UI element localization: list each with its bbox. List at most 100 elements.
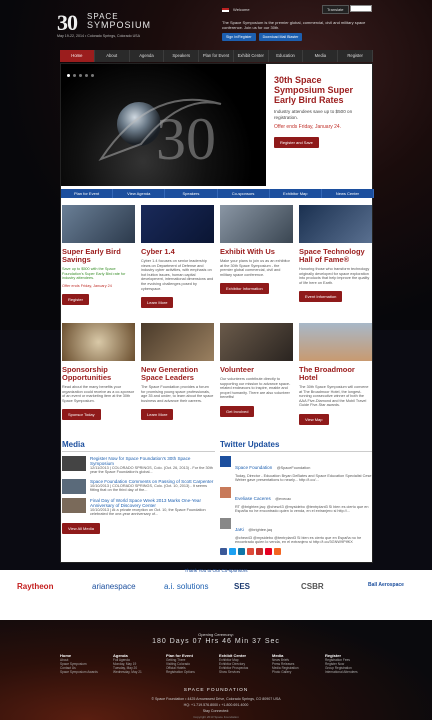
feature-photo[interactable] — [299, 205, 372, 243]
quick-link-exhibitor-map[interactable]: Exhibitor Map — [270, 189, 322, 198]
footer-link[interactable]: Photo Gallery — [272, 670, 320, 674]
tweet: JaKi @brightee.jaq @chew43 @mysidebo @te… — [220, 517, 372, 545]
nav-education[interactable]: Education — [269, 50, 304, 62]
twitter-icon[interactable] — [229, 548, 236, 556]
youtube-icon[interactable] — [256, 548, 263, 556]
tweet-author[interactable]: Space Foundation — [235, 465, 272, 470]
card-event-info-button[interactable]: Event Information — [299, 291, 343, 303]
avatar[interactable] — [220, 486, 231, 498]
quick-link-plan-event[interactable]: Plan for Event — [61, 189, 114, 198]
feature-card: Sponsorship Opportunities Read about the… — [62, 323, 135, 426]
card-text: Cyber 1.4 focuses on senior leadership v… — [141, 259, 214, 291]
sponsor-ses[interactable]: SES — [234, 582, 250, 591]
translate-select[interactable]: Translate — [322, 5, 349, 14]
quick-link-speakers[interactable]: Speakers — [165, 189, 218, 198]
card-title[interactable]: New Generation Space Leaders — [141, 366, 214, 382]
card-title[interactable]: Super Early Bird Savings — [62, 248, 135, 264]
pinterest-icon[interactable] — [265, 548, 272, 556]
nav-agenda[interactable]: Agenda — [130, 50, 165, 62]
quick-link-view-agenda[interactable]: View Agenda — [113, 189, 166, 198]
card-title[interactable]: Exhibit With Us — [220, 248, 293, 256]
card-learn-more-button[interactable]: Learn More — [141, 409, 174, 421]
tweet-author[interactable]: Eveliase Caceres — [235, 496, 271, 501]
newsletter-button[interactable]: Download Mail Blaster — [258, 33, 303, 41]
nav-register[interactable]: Register — [338, 50, 374, 62]
card-text: Our volunteers contribute directly to su… — [220, 377, 291, 400]
signin-button[interactable]: Sign In/Register — [222, 33, 256, 41]
footer-link[interactable]: Show Services — [219, 670, 267, 674]
nav-speakers[interactable]: Speakers — [164, 50, 200, 62]
feature-photo[interactable] — [299, 323, 372, 361]
sponsor-ai-solutions[interactable]: a.i. solutions — [164, 582, 208, 591]
feature-photo[interactable] — [220, 323, 293, 361]
media-title[interactable]: Register Now for Space Foundation's 30th… — [90, 456, 215, 466]
footer-brand[interactable]: SPACE FOUNDATION — [0, 688, 432, 693]
card-title[interactable]: The Broadmoor Hotel — [299, 366, 372, 382]
sponsor-arianespace[interactable]: arianespace — [92, 582, 136, 591]
media-thumbnail[interactable] — [62, 456, 86, 471]
avatar[interactable] — [220, 517, 231, 529]
media-heading: Media — [62, 440, 215, 452]
feature-photo[interactable] — [141, 205, 214, 243]
card-register-button[interactable]: Register — [62, 294, 89, 306]
hero-slideshow[interactable]: 30 — [61, 64, 266, 186]
feature-row-1: Super Early Bird Savings Save up to $500… — [61, 205, 374, 309]
facebook-icon[interactable] — [220, 548, 227, 556]
footer-link[interactable]: International Attendees — [325, 670, 373, 674]
nav-media[interactable]: Media — [303, 50, 339, 62]
rss-icon[interactable] — [274, 548, 281, 556]
tweet-handle: @SpaceFoundation — [276, 466, 311, 470]
media-thumbnail[interactable] — [62, 497, 86, 513]
sponsor-csbr[interactable]: CSBR — [301, 582, 324, 591]
card-title[interactable]: Cyber 1.4 — [141, 248, 214, 256]
sponsor-ball-aerospace[interactable]: Ball Aerospace — [368, 582, 404, 588]
google-plus-icon[interactable] — [247, 548, 254, 556]
feature-photo[interactable] — [62, 323, 135, 361]
media-thumbnail[interactable] — [62, 478, 86, 494]
register-save-button[interactable]: Register and Save — [274, 136, 319, 148]
card-view-map-button[interactable]: View Map — [299, 413, 329, 425]
media-excerpt: 10/10/2013 | At a private reception on O… — [90, 507, 206, 517]
logo-line-2: SYMPOSIUM — [87, 20, 152, 30]
card-title[interactable]: Sponsorship Opportunities — [62, 366, 135, 382]
svg-text:30: 30 — [156, 106, 216, 172]
hero-title: 30th Space Symposium Super Early Bird Ra… — [274, 75, 354, 105]
feature-photo[interactable] — [141, 323, 214, 361]
view-all-media-button[interactable]: View All Media — [62, 522, 100, 534]
card-sponsor-button[interactable]: Sponsor Today — [62, 409, 101, 421]
media-item: Register Now for Space Foundation's 30th… — [62, 456, 215, 475]
search-input[interactable] — [350, 5, 372, 12]
card-exhibitor-button[interactable]: Exhibitor Information — [220, 283, 269, 295]
tweet-handle: @brightee.jaq — [248, 527, 273, 532]
quick-link-news-center[interactable]: News Center — [322, 189, 375, 198]
card-title[interactable]: Space Technology Hall of Fame® — [299, 248, 372, 264]
media-item: Space Foundation Comments on Passing of … — [62, 478, 215, 494]
quick-link-cosponsors[interactable]: Co-sponsors — [218, 189, 270, 198]
sponsor-raytheon[interactable]: Raytheon — [17, 582, 53, 591]
nav-plan-for-event[interactable]: Plan for Event — [199, 50, 234, 62]
footer-col-home: Home About Space Symposium Contact Us Sp… — [60, 653, 108, 674]
card-get-involved-button[interactable]: Get Involved — [220, 405, 255, 417]
media-title[interactable]: Final Day of World Space Week 2013 Marks… — [90, 498, 215, 508]
card-learn-more-button[interactable]: Learn More — [141, 297, 174, 309]
logo-number: 30 — [57, 10, 78, 35]
nav-about[interactable]: About — [95, 50, 130, 62]
nav-home[interactable]: Home — [60, 50, 95, 62]
feature-card: The Broadmoor Hotel The 30th Space Sympo… — [299, 323, 372, 426]
avatar[interactable] — [220, 456, 231, 467]
countdown-label: Opening Ceremony: — [198, 632, 234, 637]
main-content: 30 30th Space Symposium Super Early Bird… — [60, 63, 375, 563]
footer-link[interactable]: Wednesday, May 21 — [113, 670, 161, 674]
footer-link[interactable]: Registration Options — [166, 670, 214, 674]
feature-photo[interactable] — [62, 205, 135, 243]
feature-photo[interactable] — [220, 205, 293, 243]
linkedin-icon[interactable] — [238, 548, 245, 556]
welcome-text[interactable]: Welcome — [233, 7, 250, 12]
sponsor-strip: Thank You to Our Co-sponsors Raytheon ar… — [0, 568, 432, 620]
card-title[interactable]: Volunteer — [220, 366, 293, 374]
tweet-author[interactable]: JaKi — [235, 527, 244, 532]
site-logo[interactable]: 30 SPACE SYMPOSIUM May 19-22, 2014 • Col… — [57, 10, 177, 40]
nav-exhibit-center[interactable]: Exhibit Center — [234, 50, 269, 62]
quick-links-bar: Plan for Event View Agenda Speakers Co-s… — [61, 189, 375, 198]
footer-link[interactable]: Space Symposium Awards — [60, 670, 108, 674]
